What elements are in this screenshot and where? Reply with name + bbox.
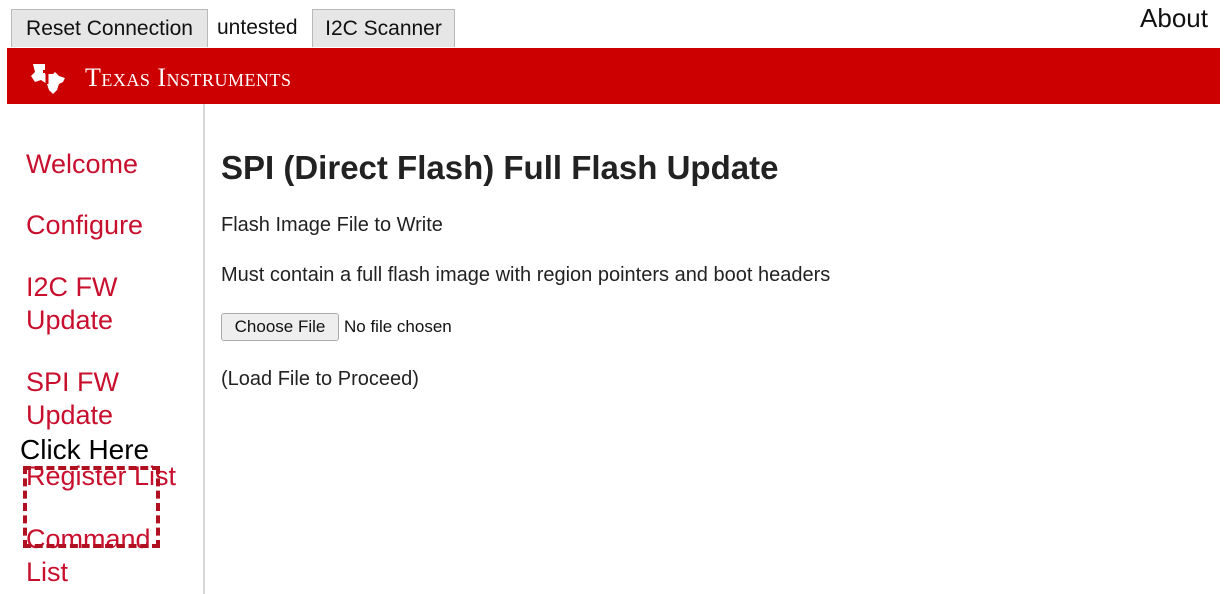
page-title: SPI (Direct Flash) Full Flash Update — [221, 149, 779, 186]
file-status-text: No file chosen — [344, 317, 452, 336]
main-content: SPI (Direct Flash) Full Flash Update Fla… — [221, 104, 1211, 594]
choose-file-button[interactable]: Choose File — [221, 313, 339, 341]
file-requirement-text: Must contain a full flash image with reg… — [221, 264, 831, 286]
i2c-scanner-button[interactable]: I2C Scanner — [312, 9, 455, 47]
texas-state-icon — [29, 60, 69, 96]
top-toolbar: Reset Connection untested I2C Scanner Ab… — [0, 0, 1230, 48]
callout-highlight-box — [23, 466, 160, 548]
file-section-label: Flash Image File to Write — [221, 214, 443, 236]
sidebar-item-i2c-fw-update[interactable]: I2C FW Update — [26, 271, 146, 337]
load-file-note: (Load File to Proceed) — [221, 368, 419, 390]
about-link[interactable]: About — [1140, 2, 1208, 34]
sidebar-item-welcome[interactable]: Welcome — [26, 148, 196, 181]
connection-status: untested — [217, 16, 298, 39]
sidebar-nav: Welcome Configure I2C FW Update SPI FW U… — [7, 104, 205, 594]
reset-connection-button[interactable]: Reset Connection — [11, 9, 208, 47]
sidebar-item-configure[interactable]: Configure — [26, 209, 196, 242]
callout-label: Click Here — [20, 434, 150, 465]
sidebar-item-spi-fw-update[interactable]: SPI FW Update — [26, 366, 146, 432]
brand-name: Texas Instruments — [85, 63, 292, 92]
brand-banner: Texas Instruments — [7, 48, 1220, 104]
